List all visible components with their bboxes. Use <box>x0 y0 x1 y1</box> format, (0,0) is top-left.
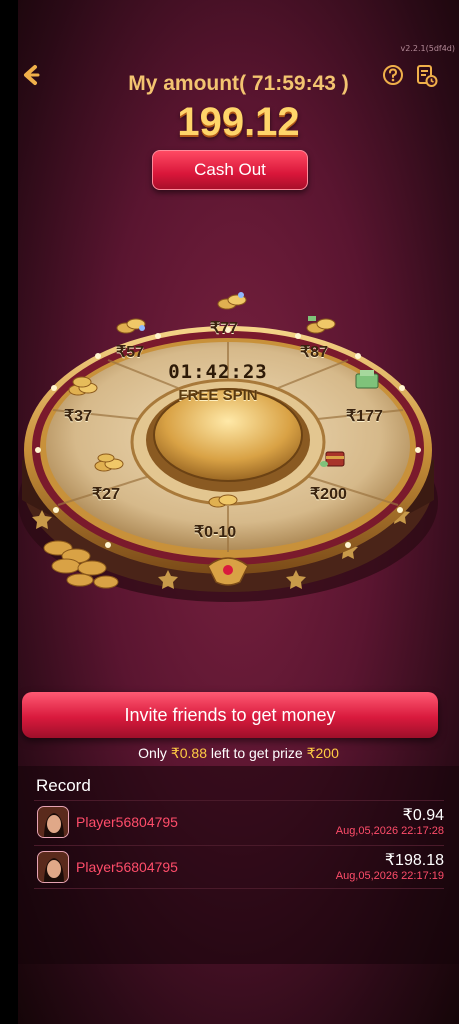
record-row: Player56804795 ₹0.94 Aug,05,2026 22:17:2… <box>34 800 444 844</box>
coin-pile-icon <box>208 494 238 508</box>
progress-middle: left to get prize <box>206 745 307 761</box>
player-name: Player56804795 <box>76 859 178 875</box>
prize-progress-text: Only ₹0.88 left to get prize ₹200 <box>18 745 459 762</box>
prize-segment-27: ₹27 <box>92 486 120 503</box>
prize-segment-87: ₹87 <box>300 344 328 361</box>
prize-segment-200: ₹200 <box>310 486 347 503</box>
lucky-wheel-screen: v2.2.1(5df4d) My amount( 71:59:43 ) 199.… <box>18 0 459 1024</box>
treasure-chest-icon <box>320 451 345 467</box>
record-panel: Record Player56804795 ₹0.94 Aug,05,2026 … <box>18 766 459 964</box>
coin-pile-icon <box>68 376 98 396</box>
coin-pile-icon <box>94 453 124 472</box>
progress-prefix: Only <box>138 745 171 761</box>
prize-segment-57: ₹57 <box>116 344 144 361</box>
user-avatar-icon <box>38 852 68 882</box>
prize-segment-37: ₹37 <box>64 408 92 425</box>
record-amount: ₹198.18 <box>384 852 444 869</box>
money-chest-icon <box>355 370 379 389</box>
avatar <box>37 806 69 838</box>
version-label: v2.2.1(5df4d) <box>400 44 455 53</box>
invite-friends-button[interactable]: Invite friends to get money <box>22 692 438 738</box>
record-amount: ₹0.94 <box>402 807 444 824</box>
record-time: Aug,05,2026 22:17:28 <box>335 825 444 837</box>
prize-wheel[interactable]: ₹77 ₹87 ₹177 ₹200 ₹0-10 ₹27 ₹37 ₹57 01:4… <box>18 270 459 630</box>
remaining-amount: ₹0.88 <box>170 745 207 761</box>
avatar <box>37 851 69 883</box>
coin-pile-icon <box>116 318 146 334</box>
amount-countdown: ( 71:59:43 ) <box>239 72 349 95</box>
record-row: Player56804795 ₹198.18 Aug,05,2026 22:17… <box>34 845 444 889</box>
amount-value: 199.12 <box>177 100 300 144</box>
record-title: Record <box>36 776 91 795</box>
target-prize: ₹200 <box>306 745 339 761</box>
free-spin-button[interactable]: FREE SPIN <box>128 387 308 404</box>
cash-out-button[interactable]: Cash Out <box>152 150 308 190</box>
player-name: Player56804795 <box>76 814 178 830</box>
record-time: Aug,05,2026 22:17:19 <box>335 870 444 882</box>
coin-pile-icon <box>306 316 336 334</box>
wheel-graphic <box>18 326 438 602</box>
coin-pile-icon <box>217 292 247 310</box>
amount-title: My amount( 71:59:43 ) <box>18 72 459 96</box>
amount-title-label: My amount <box>128 72 240 95</box>
prize-segment-177: ₹177 <box>346 408 383 425</box>
prize-segment-77: ₹77 <box>210 320 238 337</box>
spin-timer: 01:42:23 <box>168 361 268 383</box>
user-avatar-icon <box>38 807 68 837</box>
prize-segment-0-10: ₹0-10 <box>194 524 237 541</box>
